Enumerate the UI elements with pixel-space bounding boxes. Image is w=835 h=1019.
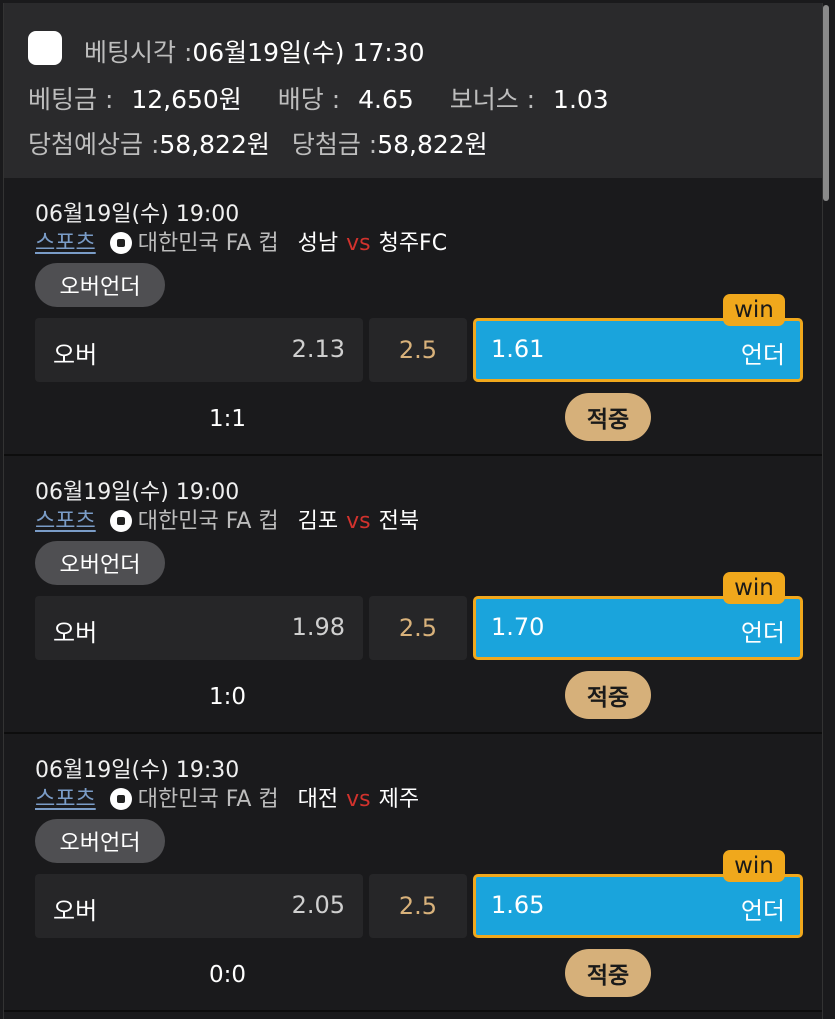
winnings-value: 58,822원 xyxy=(377,130,488,159)
over-label: 오버 xyxy=(53,619,98,647)
bet-slip-card: 베팅시각 :06월19일(수) 17:30 베팅금 : 12,650원 배당 :… xyxy=(3,3,823,1019)
match-time: 06월19일(수) 19:00 xyxy=(35,202,240,227)
bet-amount-line: 베팅금 : 12,650원 배당 : 4.65 보너스 : 1.03 xyxy=(28,80,609,116)
bet-type-badge: 오버언더 xyxy=(35,819,165,863)
expected-winnings-value: 58,822원 xyxy=(159,130,270,159)
league-name: 대한민국 FA 컵 xyxy=(137,787,279,812)
bet-amount-label: 베팅금 : xyxy=(28,85,114,114)
odds-value: 4.65 xyxy=(358,85,414,114)
under-odds: 1.61 xyxy=(491,335,545,363)
winnings-label: 당첨금 : xyxy=(291,130,378,159)
over-option[interactable]: 오버 2.05 xyxy=(35,874,363,938)
match-time: 06월19일(수) 19:00 xyxy=(35,480,240,505)
select-checkbox[interactable] xyxy=(28,31,62,65)
under-label: 언더 xyxy=(740,897,785,925)
result-badge: 적중 xyxy=(565,671,651,719)
home-team: 성남 xyxy=(297,231,339,256)
over-label: 오버 xyxy=(53,341,98,369)
soccer-ball-icon xyxy=(109,232,132,254)
over-option[interactable]: 오버 1.98 xyxy=(35,596,363,660)
win-badge: win xyxy=(723,850,785,882)
under-odds: 1.70 xyxy=(491,613,545,641)
soccer-ball-icon xyxy=(109,510,132,532)
line-value: 2.5 xyxy=(369,596,467,660)
bonus-label: 보너스 : xyxy=(449,85,536,114)
match-time: 06월19일(수) 19:30 xyxy=(35,758,240,783)
match-item: 06월19일(수) 19:30 스포츠 대한민국 FA 컵 대전 vs 제주 오버언더… xyxy=(4,734,822,1012)
line-value: 2.5 xyxy=(369,318,467,382)
expected-winnings-label: 당첨예상금 : xyxy=(28,130,160,159)
result-badge: 적중 xyxy=(565,949,651,997)
over-odds: 2.13 xyxy=(291,335,345,363)
home-team: 대전 xyxy=(297,787,339,812)
under-label: 언더 xyxy=(740,341,785,369)
sport-link[interactable]: 스포츠 xyxy=(35,509,96,534)
over-option[interactable]: 오버 2.13 xyxy=(35,318,363,382)
match-info: 스포츠 대한민국 FA 컵 대전 vs 제주 xyxy=(35,781,419,813)
vs-label: vs xyxy=(346,509,371,534)
over-label: 오버 xyxy=(53,897,98,925)
bet-type-badge: 오버언더 xyxy=(35,541,165,585)
match-info: 스포츠 대한민국 FA 컵 성남 vs 청주FC xyxy=(35,225,447,257)
bet-time-line: 베팅시각 :06월19일(수) 17:30 xyxy=(84,33,425,69)
under-option-selected[interactable]: 1.65 언더 xyxy=(473,874,803,938)
bet-time-label: 베팅시각 : xyxy=(84,38,193,67)
bonus-value: 1.03 xyxy=(553,85,609,114)
sport-link[interactable]: 스포츠 xyxy=(35,787,96,812)
away-team: 제주 xyxy=(378,787,420,812)
win-badge: win xyxy=(723,294,785,326)
over-odds: 1.98 xyxy=(291,613,345,641)
line-value: 2.5 xyxy=(369,874,467,938)
scrollbar[interactable] xyxy=(822,3,830,1016)
soccer-ball-icon xyxy=(109,788,132,810)
vs-label: vs xyxy=(346,231,371,256)
match-score: 0:0 xyxy=(209,962,247,988)
match-item: 06월19일(수) 19:00 스포츠 대한민국 FA 컵 김포 vs 전북 오버언더… xyxy=(4,456,822,734)
match-info: 스포츠 대한민국 FA 컵 김포 vs 전북 xyxy=(35,503,419,535)
match-item: 06월19일(수) 19:00 스포츠 대한민국 FA 컵 성남 vs 청주FC 오버… xyxy=(4,178,822,456)
result-badge: 적중 xyxy=(565,393,651,441)
league-name: 대한민국 FA 컵 xyxy=(137,231,279,256)
under-option-selected[interactable]: 1.70 언더 xyxy=(473,596,803,660)
bet-time-value: 06월19일(수) 17:30 xyxy=(192,38,425,67)
win-badge: win xyxy=(723,572,785,604)
scrollbar-thumb[interactable] xyxy=(823,5,829,201)
match-score: 1:0 xyxy=(209,684,247,710)
under-option-selected[interactable]: 1.61 언더 xyxy=(473,318,803,382)
bet-summary-header: 베팅시각 :06월19일(수) 17:30 베팅금 : 12,650원 배당 :… xyxy=(4,3,822,178)
winnings-line: 당첨예상금 :58,822원 당첨금 :58,822원 xyxy=(28,125,488,161)
match-score: 1:1 xyxy=(209,406,247,432)
away-team: 청주FC xyxy=(378,231,448,256)
over-odds: 2.05 xyxy=(291,891,345,919)
under-odds: 1.65 xyxy=(491,891,545,919)
away-team: 전북 xyxy=(378,509,420,534)
sport-link[interactable]: 스포츠 xyxy=(35,231,96,256)
odds-label: 배당 : xyxy=(277,85,341,114)
bet-type-badge: 오버언더 xyxy=(35,263,165,307)
vs-label: vs xyxy=(346,787,371,812)
under-label: 언더 xyxy=(740,619,785,647)
bet-amount-value: 12,650원 xyxy=(131,85,242,114)
league-name: 대한민국 FA 컵 xyxy=(137,509,279,534)
home-team: 김포 xyxy=(297,509,339,534)
